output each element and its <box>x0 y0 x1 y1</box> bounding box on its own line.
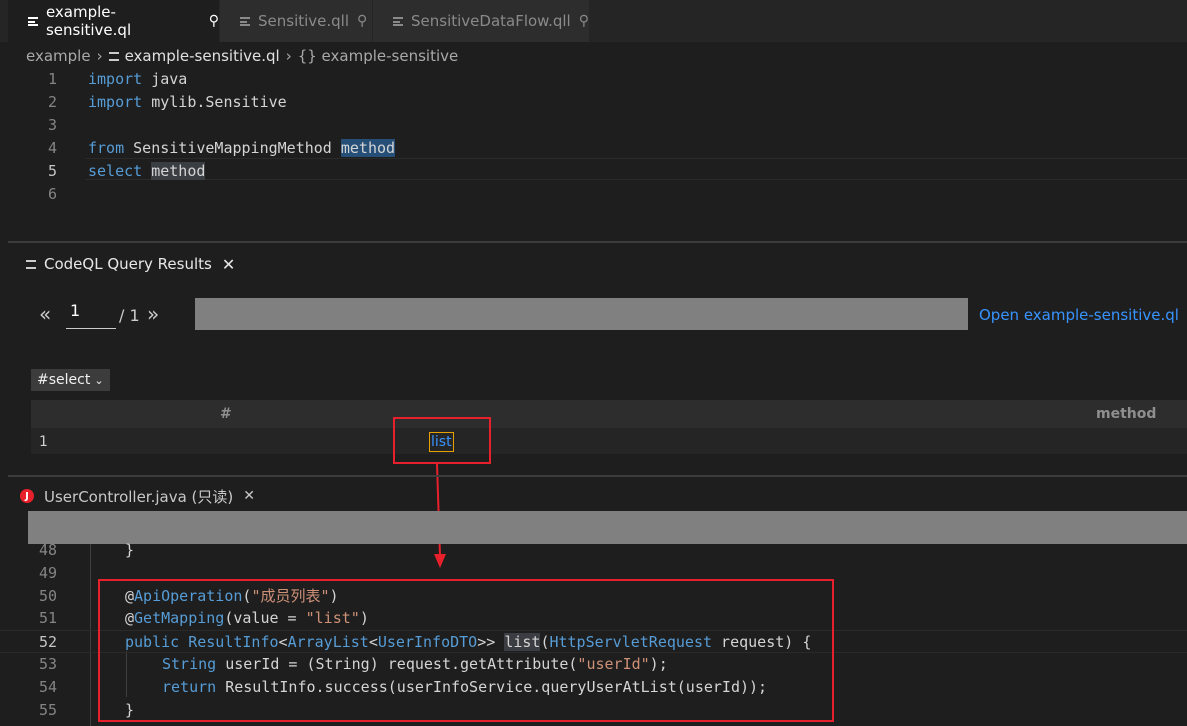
close-icon[interactable]: ✕ <box>243 488 255 504</box>
code-text: java <box>142 70 188 88</box>
ql-editor[interactable]: 1 import java 2 import mylib.Sensitive 3… <box>0 68 396 206</box>
open-query-link[interactable]: Open example-sensitive.ql <box>979 306 1179 324</box>
tab-example-sensitive[interactable]: example-sensitive.ql ⚲ <box>8 0 220 42</box>
tab-label: SensitiveDataFlow.qll <box>411 12 571 30</box>
code-line: 5 select method <box>0 160 395 183</box>
column-header-index[interactable]: # <box>220 406 232 422</box>
line-number: 1 <box>47 70 57 88</box>
annotation-box <box>393 417 491 464</box>
file-icon <box>108 51 119 61</box>
code-text: } <box>125 541 135 559</box>
column-header-method[interactable]: method <box>1096 406 1156 422</box>
results-table-header <box>31 400 1187 428</box>
pin-icon[interactable]: ⚲ <box>209 13 219 29</box>
keyword: select <box>88 162 143 180</box>
chevron-down-icon: ⌄ <box>94 373 104 387</box>
close-icon[interactable]: ✕ <box>222 255 235 274</box>
highlighted-variable: method <box>151 162 206 180</box>
code-text: mylib.Sensitive <box>142 93 287 111</box>
page-number-input[interactable]: 1 <box>66 301 116 329</box>
breadcrumb: example › example-sensitive.ql › {} exam… <box>26 44 458 68</box>
line-number: 54 <box>38 677 57 696</box>
pin-icon[interactable]: ⚲ <box>579 13 589 29</box>
line-number: 48 <box>38 541 57 559</box>
breadcrumb-folder[interactable]: example <box>26 47 91 65</box>
line-number: 55 <box>38 700 57 719</box>
breadcrumb-file[interactable]: example-sensitive.ql <box>125 47 280 65</box>
annotation-box <box>98 579 834 722</box>
panel-title: CodeQL Query Results <box>44 255 212 273</box>
tab-sensitive-qll[interactable]: Sensitive.qll ⚲ <box>220 0 373 42</box>
redacted-bar <box>195 298 968 330</box>
breadcrumb-symbol[interactable]: {} example-sensitive <box>298 47 459 65</box>
tab-usercontroller[interactable]: J UserController.java (只读) ✕ <box>20 482 255 510</box>
keyword: import <box>88 93 143 111</box>
keyword: from <box>88 139 125 157</box>
prev-page-button[interactable]: « <box>39 302 51 326</box>
file-icon <box>240 16 250 26</box>
line-number: 53 <box>38 655 57 674</box>
chevron-right-icon: › <box>285 47 292 65</box>
line-number: 6 <box>47 185 57 203</box>
line-number: 51 <box>38 609 57 628</box>
code-text: SensitiveMappingMethod <box>124 139 341 157</box>
select-value: #select <box>37 372 91 388</box>
row-index: 1 <box>39 434 48 450</box>
keyword: import <box>88 70 143 88</box>
line-number: 50 <box>38 586 57 605</box>
code-line: 1 import java <box>0 68 395 91</box>
file-icon <box>26 259 36 269</box>
line-number: 4 <box>47 139 57 157</box>
line-number: 3 <box>47 116 57 134</box>
pin-icon[interactable]: ⚲ <box>357 13 367 29</box>
tab-label: UserController.java (只读) <box>44 487 234 506</box>
table-row <box>31 428 1187 454</box>
line-number: 49 <box>38 563 57 582</box>
line-number: 2 <box>47 93 57 111</box>
result-set-select[interactable]: #select ⌄ <box>31 369 110 391</box>
file-icon <box>393 16 403 26</box>
java-file-icon: J <box>20 489 34 503</box>
tab-codeql-results[interactable]: CodeQL Query Results ✕ <box>26 250 235 278</box>
code-line: 6 <box>0 183 395 206</box>
highlighted-variable: method <box>340 139 396 157</box>
line-number: 5 <box>47 162 57 180</box>
file-icon <box>28 16 38 26</box>
next-page-button[interactable]: » <box>147 302 159 326</box>
chevron-right-icon: › <box>96 47 103 65</box>
panel-divider <box>8 241 1187 243</box>
editor-divider <box>8 475 1187 477</box>
code-line: 4 from SensitiveMappingMethod method <box>0 137 396 160</box>
page-total: / 1 <box>119 306 140 325</box>
tab-label: example-sensitive.ql <box>45 3 132 39</box>
code-line: 3 <box>0 114 395 137</box>
code-line: 2 import mylib.Sensitive <box>0 91 395 114</box>
line-number: 52 <box>38 633 57 652</box>
tab-label: Sensitive.qll <box>258 12 350 30</box>
tab-sensitive-dataflow[interactable]: SensitiveDataFlow.qll ⚲ <box>373 0 590 42</box>
